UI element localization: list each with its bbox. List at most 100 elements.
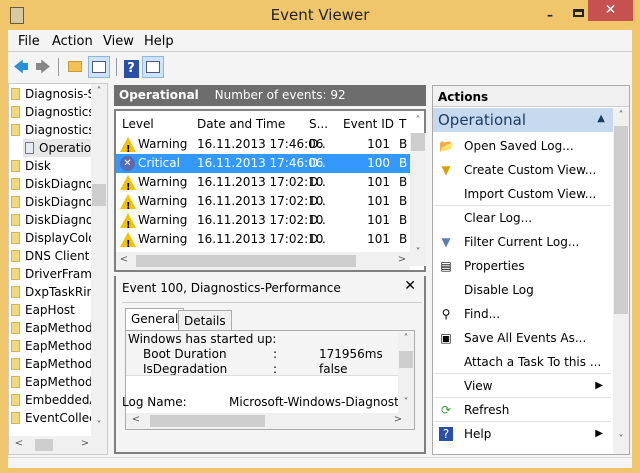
menu-action[interactable]: Action	[52, 34, 93, 49]
back-button[interactable]: 🡄	[10, 56, 32, 78]
tree-vertical-scrollbar[interactable]: ˄ ˅	[91, 84, 107, 436]
close-detail-button[interactable]: ✕	[404, 278, 416, 294]
event-row[interactable]: ! Warning 16.11.2013 17:02:10 D.. 101 B	[116, 192, 412, 212]
tree-item[interactable]: EapMethods	[9, 337, 91, 355]
collapse-icon[interactable]: ▲	[597, 113, 605, 124]
show-hide-console-tree-button[interactable]	[88, 56, 110, 78]
scroll-left-icon[interactable]: <	[11, 438, 27, 449]
event-row[interactable]: ! Warning 16.11.2013 17:02:10 D.. 101 B	[116, 230, 412, 250]
scroll-up-icon[interactable]: ˄	[398, 333, 414, 344]
tree-item[interactable]: DNS Client E	[9, 247, 91, 265]
action-label: Properties	[464, 259, 525, 273]
tree-horizontal-scrollbar[interactable]: < >	[9, 436, 107, 454]
detail-horizontal-scrollbar[interactable]: < >	[126, 413, 414, 429]
tree-item[interactable]: EapMethods	[9, 319, 91, 337]
help-button[interactable]: ?	[120, 56, 142, 78]
tree-item[interactable]: DriverFrame	[9, 265, 91, 283]
detail-vertical-scrollbar[interactable]: ˄ ˅	[398, 331, 414, 413]
tree-item[interactable]: Operatio	[23, 139, 91, 157]
event-row[interactable]: ! Warning 16.11.2013 17:02:10 D.. 101 B	[116, 173, 412, 193]
tree-item[interactable]: DiskDiagnos	[9, 211, 91, 229]
action-item[interactable]: 📂 Open Saved Log...	[433, 134, 611, 158]
tree-item[interactable]: EventCollect	[9, 409, 91, 427]
scroll-left-icon[interactable]: <	[128, 414, 144, 425]
scroll-thumb[interactable]	[411, 133, 425, 151]
show-hide-action-pane-button[interactable]	[142, 56, 164, 78]
maximize-button[interactable]	[568, 6, 588, 20]
event-row[interactable]: ! Warning 16.11.2013 17:02:10 D.. 101 B	[116, 211, 412, 231]
scroll-right-icon[interactable]: >	[77, 438, 93, 449]
log-icon	[25, 141, 34, 154]
forward-button[interactable]: 🡆	[32, 56, 54, 78]
scroll-thumb[interactable]	[136, 255, 356, 267]
column-task[interactable]: T	[399, 117, 406, 131]
tree-item-label: DiskDiagnos	[25, 195, 91, 209]
scroll-down-icon[interactable]: ˅	[410, 247, 426, 258]
scroll-down-icon[interactable]: ˅	[613, 434, 629, 445]
event-row[interactable]: ✕ Critical 16.11.2013 17:46:06 D.. 100 B	[116, 154, 412, 173]
scroll-thumb[interactable]	[92, 184, 106, 206]
menu-file[interactable]: File	[18, 34, 40, 49]
event-description[interactable]: Windows has started up: Boot Duration : …	[126, 331, 398, 376]
action-item[interactable]: ? Help ▶	[433, 422, 611, 446]
column-event-id[interactable]: Event ID	[343, 117, 394, 131]
action-item[interactable]: Disable Log	[433, 278, 611, 302]
tree-item[interactable]: DisplayColor	[9, 229, 91, 247]
tree-item[interactable]: Diagnosis-Sc	[9, 85, 91, 103]
action-item[interactable]: ▣ Save All Events As...	[433, 326, 611, 350]
up-folder-button[interactable]	[64, 56, 86, 78]
event-row[interactable]: ! Warning 16.11.2013 17:46:06 D.. 101 B	[116, 135, 412, 155]
scroll-down-icon[interactable]: ˅	[91, 420, 107, 431]
tree-item[interactable]: DxpTaskRing	[9, 283, 91, 301]
scroll-thumb[interactable]	[614, 126, 628, 314]
scroll-up-icon[interactable]: ˄	[91, 86, 107, 97]
action-item[interactable]: Clear Log...	[433, 206, 611, 230]
action-item[interactable]: ⟳ Refresh	[433, 398, 611, 422]
scroll-down-icon[interactable]: ˅	[398, 397, 414, 408]
scroll-thumb[interactable]	[35, 439, 53, 451]
cell-date: 16.11.2013 17:02:10	[197, 232, 324, 246]
action-item[interactable]: ▼ Create Custom View...	[433, 158, 611, 182]
scroll-left-icon[interactable]: <	[116, 254, 132, 265]
tab-details[interactable]: Details	[178, 310, 232, 331]
minimize-button[interactable]: –	[540, 8, 560, 22]
scroll-thumb[interactable]	[399, 351, 413, 368]
action-item[interactable]: View ▶	[433, 374, 611, 398]
tree-item[interactable]: Disk	[9, 157, 91, 175]
action-item[interactable]: Attach a Task To this ...	[433, 350, 611, 374]
action-item[interactable]: Import Custom View...	[433, 182, 611, 206]
tree-item[interactable]: EapHost	[9, 301, 91, 319]
column-date-time[interactable]: Date and Time	[197, 117, 285, 131]
scroll-thumb[interactable]	[150, 415, 265, 427]
list-vertical-scrollbar[interactable]: ˄ ˅	[410, 115, 426, 266]
tree-item[interactable]: EapMethods	[9, 373, 91, 391]
column-level[interactable]: Level	[122, 117, 154, 131]
scroll-right-icon[interactable]: >	[394, 254, 410, 265]
status-bar	[8, 457, 632, 468]
action-item[interactable]: ▤ Properties	[433, 254, 611, 278]
folder-icon	[11, 321, 20, 334]
cell-level: Warning	[138, 175, 188, 189]
tree-item[interactable]: DiskDiagnos	[9, 175, 91, 193]
list-horizontal-scrollbar[interactable]: < >	[116, 252, 410, 270]
scroll-up-icon[interactable]: ˄	[410, 115, 426, 126]
tree-item[interactable]: Diagnostics-	[9, 121, 91, 139]
tree-item-label: EapHost	[25, 303, 75, 317]
tree-item-label: DisplayColor	[25, 231, 91, 245]
menu-help[interactable]: Help	[144, 34, 174, 49]
actions-section-operational[interactable]: Operational ▲	[433, 108, 613, 132]
tree-item[interactable]: Diagnostics-	[9, 103, 91, 121]
close-button[interactable]: ✕	[588, 0, 633, 21]
tree-item[interactable]: DiskDiagnos	[9, 193, 91, 211]
tree-item-label: Diagnostics-	[25, 123, 91, 137]
scroll-up-icon[interactable]: ˄	[613, 110, 629, 121]
actions-vertical-scrollbar[interactable]: ˄ ˅	[613, 108, 629, 454]
tree-item[interactable]: EmbeddedA	[9, 391, 91, 409]
tab-general[interactable]: General	[125, 308, 185, 331]
tree-item[interactable]: EapMethods	[9, 355, 91, 373]
action-item[interactable]: ⚲ Find...	[433, 302, 611, 326]
column-source[interactable]: S...	[309, 117, 328, 131]
action-item[interactable]: ▼ Filter Current Log...	[433, 230, 611, 254]
menu-view[interactable]: View	[103, 34, 134, 49]
scroll-right-icon[interactable]: >	[390, 414, 406, 425]
